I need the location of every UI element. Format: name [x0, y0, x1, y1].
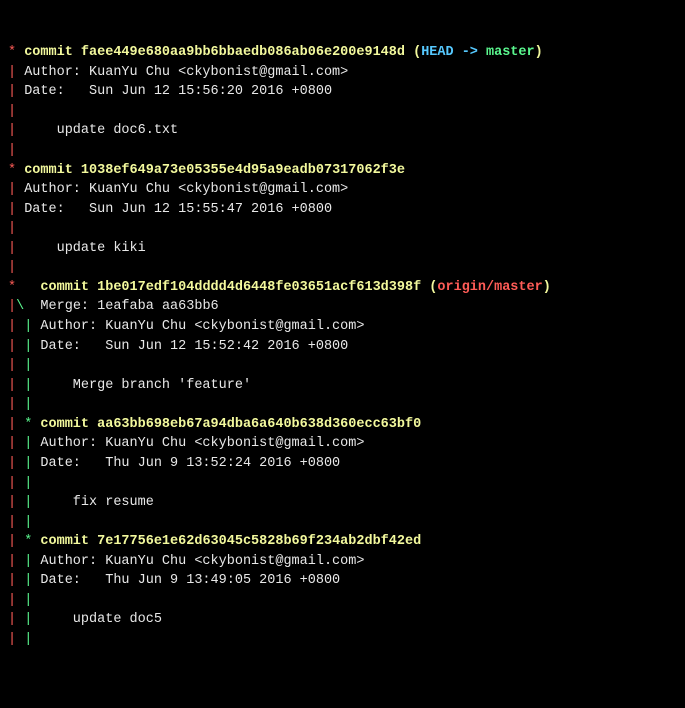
commit-word: commit — [40, 280, 97, 295]
git-log-output: * commit faee449e680aa9bb6bbaedb086ab06e… — [8, 43, 677, 649]
date-line: Date: Thu Jun 9 13:49:05 2016 +0800 — [40, 573, 340, 588]
graph-pipe: | — [8, 456, 24, 471]
graph-pipe: | — [8, 632, 24, 647]
graph-pipe: | — [8, 554, 24, 569]
commit-message: fix resume — [40, 495, 153, 510]
graph-pipe: | — [8, 515, 24, 530]
commit-word: commit — [40, 534, 97, 549]
commit-message: Merge branch 'feature' — [40, 378, 251, 393]
graph-pipe: | — [8, 123, 24, 138]
graph-pipe: | — [8, 202, 24, 217]
graph-pipe: | — [8, 397, 24, 412]
author-line: Author: KuanYu Chu <ckybonist@gmail.com> — [24, 65, 348, 80]
graph-pipe: | — [8, 436, 24, 451]
author-line: Author: KuanYu Chu <ckybonist@gmail.com> — [40, 554, 364, 569]
refs-open: ( — [405, 45, 421, 60]
commit-message: update doc5 — [40, 612, 162, 627]
author-line: Author: KuanYu Chu <ckybonist@gmail.com> — [24, 182, 348, 197]
graph-star: * — [24, 534, 40, 549]
graph-pipe: | — [8, 84, 24, 99]
head-ref: HEAD -> — [421, 45, 486, 60]
graph-pipe: | — [24, 397, 40, 412]
commit-message: update kiki — [24, 241, 146, 256]
graph-pipe: | — [8, 358, 24, 373]
graph-pipe: | — [24, 378, 40, 393]
graph-pipe: | — [24, 515, 40, 530]
graph-pipe: | — [24, 554, 40, 569]
date-line: Date: Sun Jun 12 15:55:47 2016 +0800 — [24, 202, 332, 217]
refs-open: ( — [421, 280, 437, 295]
graph-pipe: | — [24, 476, 40, 491]
graph-pipe: | — [24, 436, 40, 451]
commit-word: commit — [24, 163, 81, 178]
graph-star: * — [8, 163, 24, 178]
graph-pipe: | — [24, 319, 40, 334]
graph-star: * — [24, 417, 40, 432]
graph-star: * — [8, 45, 24, 60]
graph-pipe: | — [8, 241, 24, 256]
date-line: Date: Thu Jun 9 13:52:24 2016 +0800 — [40, 456, 340, 471]
graph-pipe: | — [8, 534, 24, 549]
graph-pipe: | — [8, 573, 24, 588]
graph-branch: \ — [16, 299, 40, 314]
refs-close: ) — [543, 280, 551, 295]
graph-pipe: | — [8, 221, 24, 236]
graph-pipe: | — [8, 495, 24, 510]
graph-pipe: | — [24, 339, 40, 354]
graph-pipe: | — [8, 143, 24, 158]
graph-pipe: | — [8, 476, 24, 491]
graph-pipe: | — [8, 65, 24, 80]
graph-pipe: | — [8, 378, 24, 393]
commit-hash: faee449e680aa9bb6bbaedb086ab06e200e9148d — [81, 45, 405, 60]
graph-pipe: | — [8, 612, 24, 627]
remote-ref: origin/master — [437, 280, 542, 295]
commit-hash: aa63bb698eb67a94dba6a640b638d360ecc63bf0 — [97, 417, 421, 432]
graph-pipe: | — [8, 104, 24, 119]
commit-hash: 7e17756e1e62d63045c5828b69f234ab2dbf42ed — [97, 534, 421, 549]
graph-pipe: | — [8, 593, 24, 608]
graph-branch: | — [8, 299, 16, 314]
date-line: Date: Sun Jun 12 15:52:42 2016 +0800 — [40, 339, 348, 354]
commit-hash: 1038ef649a73e05355e4d95a9eadb07317062f3e — [81, 163, 405, 178]
graph-pipe: | — [24, 593, 40, 608]
graph-pipe: | — [24, 495, 40, 510]
author-line: Author: KuanYu Chu <ckybonist@gmail.com> — [40, 319, 364, 334]
graph-pipe: | — [24, 612, 40, 627]
graph-pipe: | — [24, 632, 40, 647]
author-line: Author: KuanYu Chu <ckybonist@gmail.com> — [40, 436, 364, 451]
graph-pipe: | — [8, 319, 24, 334]
branch-master: master — [486, 45, 535, 60]
graph-pipe: | — [8, 260, 24, 275]
commit-message: update doc6.txt — [24, 123, 178, 138]
graph-pipe: | — [24, 358, 40, 373]
refs-close: ) — [535, 45, 543, 60]
merge-line: Merge: 1eafaba aa63bb6 — [40, 299, 218, 314]
commit-word: commit — [24, 45, 81, 60]
graph-pipe: | — [8, 182, 24, 197]
graph-pipe: | — [8, 417, 24, 432]
graph-pipe: | — [24, 456, 40, 471]
commit-word: commit — [40, 417, 97, 432]
graph-star: * — [8, 280, 40, 295]
graph-pipe: | — [8, 339, 24, 354]
date-line: Date: Sun Jun 12 15:56:20 2016 +0800 — [24, 84, 332, 99]
commit-hash: 1be017edf104dddd4d6448fe03651acf613d398f — [97, 280, 421, 295]
graph-pipe: | — [24, 573, 40, 588]
